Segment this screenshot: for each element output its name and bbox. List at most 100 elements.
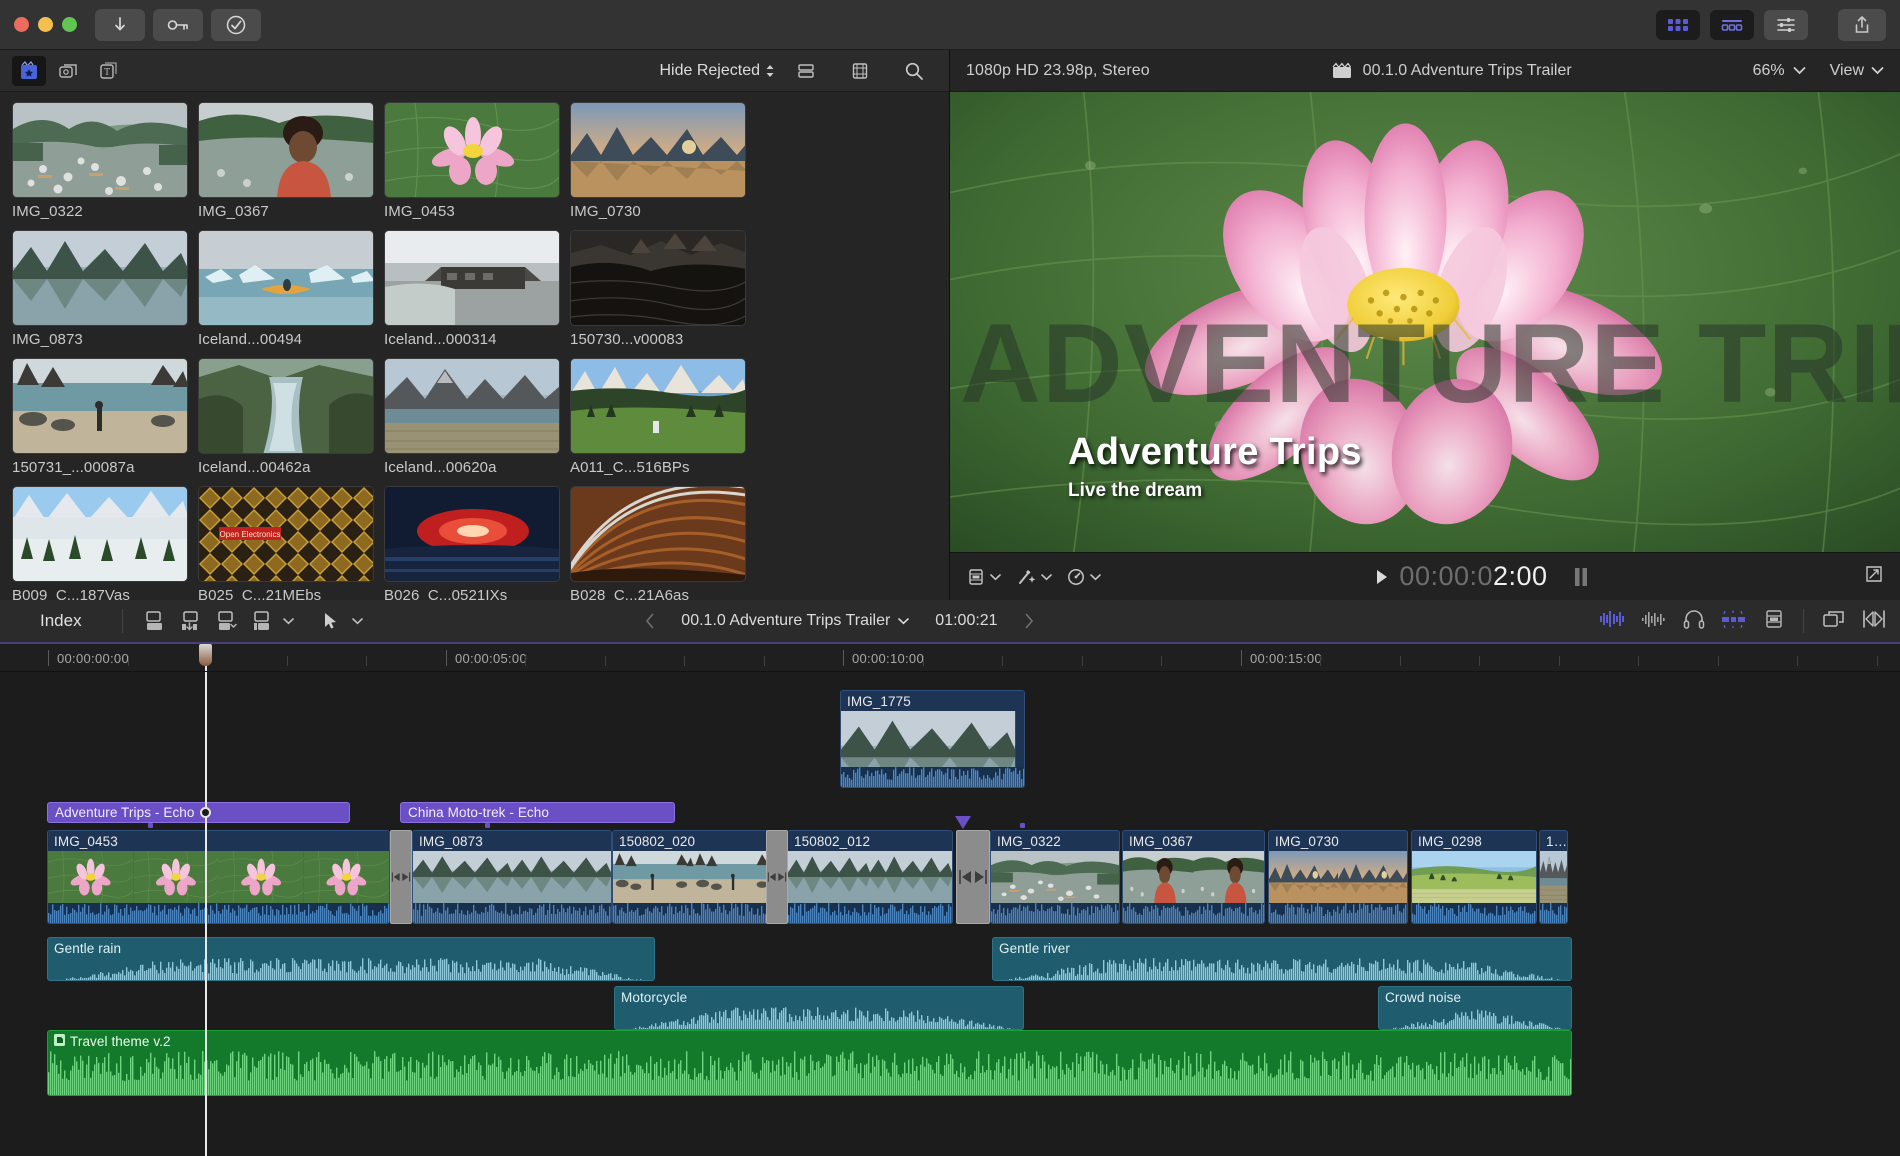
retime-menu[interactable] <box>1066 567 1101 587</box>
timeline-storyline-clip[interactable]: IMG_0873 <box>412 830 612 924</box>
clip-thumbnail[interactable] <box>198 358 374 454</box>
browser-clip[interactable]: IMG_0730 <box>570 102 746 220</box>
audio-waveform-icon[interactable] <box>1641 610 1667 633</box>
title-clip-keyframe-handle[interactable] <box>200 807 211 818</box>
timeline-marker[interactable] <box>1020 823 1025 828</box>
timeline-playhead[interactable] <box>205 672 207 1156</box>
timeline-tracks[interactable]: IMG_1775 Adventure Trips - EchoChina Mot… <box>0 672 1900 1156</box>
timeline-audio-clip[interactable]: Gentle river <box>992 937 1572 981</box>
clip-thumbnail[interactable] <box>570 102 746 198</box>
timeline-marker-keyword[interactable] <box>955 816 971 829</box>
keyword-editor-button[interactable] <box>153 9 203 41</box>
timeline-storyline-clip[interactable]: 150802_012 <box>787 830 953 924</box>
timeline-transition[interactable] <box>956 830 990 924</box>
timeline-audio-clip[interactable]: Motorcycle <box>614 986 1024 1030</box>
titles-generators-icon[interactable]: T <box>92 56 126 86</box>
overwrite-icon[interactable] <box>209 607 245 635</box>
viewer-view-menu[interactable]: View <box>1830 62 1884 80</box>
clip-thumbnail[interactable] <box>384 102 560 198</box>
chevron-left-icon[interactable] <box>645 613 655 629</box>
clip-thumbnail[interactable] <box>384 486 560 582</box>
browser-clip[interactable]: IMG_0873 <box>12 230 188 348</box>
zoom-window-button[interactable] <box>62 17 77 32</box>
timeline-music-clip[interactable]: Travel theme v.2 <box>47 1030 1572 1096</box>
browser-clip[interactable]: B028_C...21A6as <box>570 486 746 600</box>
browser-clip[interactable]: 150730...v00083 <box>570 230 746 348</box>
browser-clip[interactable]: A011_C...516BPs <box>570 358 746 476</box>
list-view-icon[interactable] <box>789 56 823 86</box>
clip-thumbnail[interactable] <box>12 102 188 198</box>
clip-thumbnail[interactable] <box>570 358 746 454</box>
clip-thumbnail[interactable] <box>384 230 560 326</box>
clip-thumbnail[interactable] <box>198 230 374 326</box>
clip-thumbnail[interactable] <box>570 230 746 326</box>
timeline-transition[interactable] <box>390 830 412 924</box>
effects-menu[interactable] <box>1015 567 1052 587</box>
arrow-select-icon[interactable] <box>312 607 348 635</box>
media-icon[interactable] <box>52 56 86 86</box>
clip-appearance-menu[interactable] <box>966 567 1001 587</box>
timeline-ruler[interactable]: 00:00:00:0000:00:05:0000:00:10:0000:00:1… <box>0 644 1900 672</box>
browser-view-toggle[interactable] <box>1656 10 1700 40</box>
library-icon[interactable] <box>12 56 46 86</box>
chevron-right-icon[interactable] <box>1024 613 1034 629</box>
timeline-panel[interactable]: 00:00:00:0000:00:05:0000:00:10:0000:00:1… <box>0 644 1900 1156</box>
timeline-transition[interactable] <box>766 830 788 924</box>
timeline-storyline-clip[interactable]: IMG_0367 <box>1122 830 1265 924</box>
inspector-view-toggle[interactable] <box>1764 10 1808 40</box>
browser-clip[interactable]: Iceland...00462a <box>198 358 374 476</box>
chevron-down-icon[interactable] <box>283 617 294 625</box>
audio-skimming-icon[interactable] <box>1721 610 1747 633</box>
clip-thumbnail[interactable] <box>384 358 560 454</box>
viewer-view-toggle[interactable] <box>1710 10 1754 40</box>
playhead-handle[interactable] <box>199 644 212 666</box>
timeline-storyline-clip[interactable]: 150802_020 <box>612 830 775 924</box>
browser-clip[interactable]: Iceland...00494 <box>198 230 374 348</box>
clip-thumbnail[interactable] <box>12 358 188 454</box>
browser-clip[interactable]: IMG_0322 <box>12 102 188 220</box>
browser-clip[interactable]: B026_C...0521IXs <box>384 486 560 600</box>
insert-icon[interactable] <box>173 607 209 635</box>
viewer-zoom-menu[interactable]: 66% <box>1753 62 1806 80</box>
clip-thumbnail[interactable] <box>198 102 374 198</box>
timeline-audio-clip[interactable]: Crowd noise <box>1378 986 1572 1030</box>
timeline-project-menu[interactable]: 00.1.0 Adventure Trips Trailer <box>681 612 909 630</box>
timeline-audio-clip[interactable]: Gentle rain <box>47 937 655 981</box>
minimize-window-button[interactable] <box>38 17 53 32</box>
timeline-storyline-clip[interactable]: IMG_0322 <box>990 830 1120 924</box>
filmstrip-view-icon[interactable] <box>843 56 877 86</box>
browser-clip[interactable]: Iceland...000314 <box>384 230 560 348</box>
timeline-storyline-clip[interactable]: 15... <box>1539 830 1568 924</box>
timeline-title-clip[interactable]: Adventure Trips - Echo <box>47 802 350 823</box>
trim-icon[interactable] <box>1862 609 1886 634</box>
viewer-timecode[interactable]: 00:00:02:00 <box>1375 561 1589 592</box>
append-icon[interactable] <box>137 607 173 635</box>
timeline-storyline-clip[interactable]: IMG_0730 <box>1268 830 1408 924</box>
ruler-playhead[interactable] <box>205 644 207 671</box>
browser-clip[interactable]: IMG_0367 <box>198 102 374 220</box>
headphones-icon[interactable] <box>1683 609 1705 634</box>
audio-meters-icon[interactable] <box>1599 610 1625 633</box>
browser-filmstrip[interactable]: IMG_0322 IMG_0367 IMG_0453 IMG_0730 IMG_… <box>0 92 949 600</box>
timeline-marker[interactable] <box>485 823 490 828</box>
timeline-title-clip[interactable]: China Moto-trek - Echo <box>400 802 675 823</box>
browser-clip[interactable]: B009_C...187Vas <box>12 486 188 600</box>
hide-rejected-menu[interactable]: Hide Rejected <box>660 62 776 80</box>
connect-icon[interactable] <box>245 607 281 635</box>
clip-thumbnail[interactable] <box>12 486 188 582</box>
detach-window-icon[interactable] <box>1822 609 1846 634</box>
viewer-stage[interactable]: ADVENTURE TRIPS Adventure Trips Live the… <box>950 92 1900 552</box>
timeline-storyline-clip[interactable]: IMG_0298 <box>1411 830 1537 924</box>
fullscreen-icon[interactable] <box>1864 564 1884 589</box>
viewer-project-title[interactable]: 00.1.0 Adventure Trips Trailer <box>1331 62 1572 80</box>
chevron-down-icon[interactable] <box>352 617 363 625</box>
browser-clip[interactable]: IMG_0453 <box>384 102 560 220</box>
browser-clip[interactable]: Open ElectronicsB025_C...21MEbs <box>198 486 374 600</box>
import-media-button[interactable] <box>95 9 145 41</box>
clip-thumbnail[interactable] <box>12 230 188 326</box>
browser-clip[interactable]: 150731_...00087a <box>12 358 188 476</box>
search-icon[interactable] <box>897 56 931 86</box>
timeline-storyline-clip[interactable]: IMG_0453 <box>47 830 390 924</box>
rating-check-button[interactable] <box>211 9 261 41</box>
close-window-button[interactable] <box>14 17 29 32</box>
